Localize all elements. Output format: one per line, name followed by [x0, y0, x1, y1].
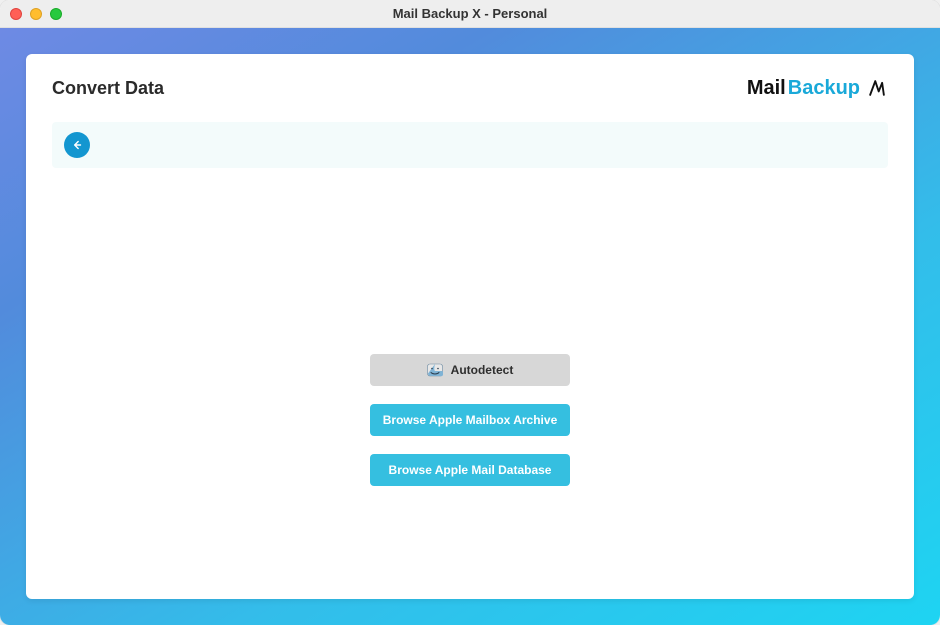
card-header: Convert Data MailBackup [52, 76, 888, 100]
page-title: Convert Data [52, 78, 164, 99]
back-strip [52, 122, 888, 168]
window-controls [10, 8, 62, 20]
finder-icon [427, 362, 443, 378]
autodetect-button[interactable]: Autodetect [370, 354, 570, 386]
titlebar: Mail Backup X - Personal [0, 0, 940, 28]
browse-mail-database-button[interactable]: Browse Apple Mail Database [370, 454, 570, 486]
maximize-window-button[interactable] [50, 8, 62, 20]
browse-database-label: Browse Apple Mail Database [389, 463, 552, 477]
main-card: Convert Data MailBackup [26, 54, 914, 599]
product-logo: MailBackup [747, 76, 888, 100]
browse-mailbox-archive-button[interactable]: Browse Apple Mailbox Archive [370, 404, 570, 436]
action-buttons: Autodetect Browse Apple Mailbox Archive … [370, 354, 570, 486]
browse-archive-label: Browse Apple Mailbox Archive [383, 413, 558, 427]
logo-text-mail: Mail [747, 77, 786, 100]
arrow-left-icon [70, 138, 84, 152]
logo-mark-icon [866, 76, 888, 100]
app-background: Convert Data MailBackup [0, 28, 940, 625]
window-title: Mail Backup X - Personal [393, 6, 548, 21]
autodetect-label: Autodetect [451, 363, 514, 377]
minimize-window-button[interactable] [30, 8, 42, 20]
app-window: Mail Backup X - Personal Convert Data Ma… [0, 0, 940, 625]
logo-text-backup: Backup [788, 77, 860, 100]
back-button[interactable] [64, 132, 90, 158]
close-window-button[interactable] [10, 8, 22, 20]
